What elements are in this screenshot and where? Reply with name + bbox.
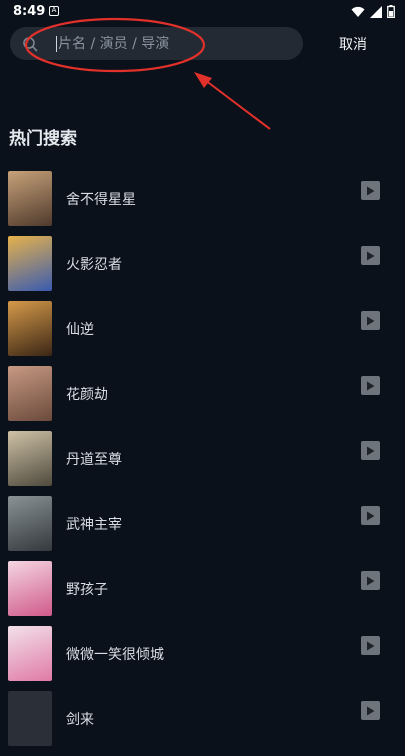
poster-thumbnail xyxy=(8,626,52,681)
poster-thumbnail xyxy=(8,366,52,421)
play-icon xyxy=(367,641,375,650)
list-item[interactable]: 丹道至尊 xyxy=(0,431,405,496)
notification-icon: A xyxy=(49,6,59,16)
play-icon xyxy=(367,251,375,260)
poster-thumbnail xyxy=(8,171,52,226)
play-button[interactable] xyxy=(361,506,380,525)
status-bar: 8:49 A xyxy=(0,0,405,24)
list-item-title: 火影忍者 xyxy=(66,257,122,273)
list-item[interactable]: 花颜劫 xyxy=(0,366,405,431)
play-button[interactable] xyxy=(361,571,380,590)
list-item[interactable]: 野孩子 xyxy=(0,561,405,626)
list-item-title: 剑来 xyxy=(66,712,94,728)
list-item-title: 武神主宰 xyxy=(66,517,122,533)
signal-icon xyxy=(370,5,382,18)
poster-thumbnail xyxy=(8,496,52,551)
list-item[interactable]: 剑来 xyxy=(0,691,405,756)
play-icon xyxy=(367,381,375,390)
play-button[interactable] xyxy=(361,701,380,720)
play-icon xyxy=(367,511,375,520)
hot-search-list: 舍不得星星火影忍者仙逆花颜劫丹道至尊武神主宰野孩子微微一笑很倾城 剑来 xyxy=(0,171,405,756)
list-item-title: 丹道至尊 xyxy=(66,452,122,468)
cancel-button[interactable]: 取消 xyxy=(339,34,367,54)
status-time: 8:49 xyxy=(13,4,46,19)
search-input[interactable] xyxy=(58,27,278,60)
list-item-title: 花颜劫 xyxy=(66,387,108,403)
list-item-title: 舍不得星星 xyxy=(66,192,136,208)
poster-thumbnail xyxy=(8,236,52,291)
play-icon xyxy=(367,186,375,195)
play-button[interactable] xyxy=(361,636,380,655)
battery-icon xyxy=(387,5,395,18)
text-cursor xyxy=(56,36,57,52)
list-item[interactable]: 武神主宰 xyxy=(0,496,405,561)
play-button[interactable] xyxy=(361,441,380,460)
poster-thumbnail xyxy=(8,691,52,746)
play-icon xyxy=(367,446,375,455)
list-item[interactable]: 仙逆 xyxy=(0,301,405,366)
play-button[interactable] xyxy=(361,181,380,200)
poster-thumbnail xyxy=(8,431,52,486)
search-bar[interactable] xyxy=(10,27,303,60)
list-item-title: 仙逆 xyxy=(66,322,94,338)
play-icon xyxy=(367,706,375,715)
play-icon xyxy=(367,576,375,585)
annotation-arrow-head xyxy=(194,72,212,88)
poster-thumbnail xyxy=(8,561,52,616)
search-icon xyxy=(23,37,38,52)
list-item[interactable]: 微微一笑很倾城 xyxy=(0,626,405,691)
list-item-title: 野孩子 xyxy=(66,582,108,598)
list-item[interactable]: 火影忍者 xyxy=(0,236,405,301)
poster-thumbnail xyxy=(8,301,52,356)
hot-search-title: 热门搜索 xyxy=(9,129,77,149)
wifi-icon xyxy=(351,6,365,17)
play-button[interactable] xyxy=(361,376,380,395)
annotation-arrow-line xyxy=(204,79,271,130)
play-icon xyxy=(367,316,375,325)
play-button[interactable] xyxy=(361,311,380,330)
list-item-title: 微微一笑很倾城 xyxy=(66,647,164,663)
play-button[interactable] xyxy=(361,246,380,265)
list-item[interactable]: 舍不得星星 xyxy=(0,171,405,236)
